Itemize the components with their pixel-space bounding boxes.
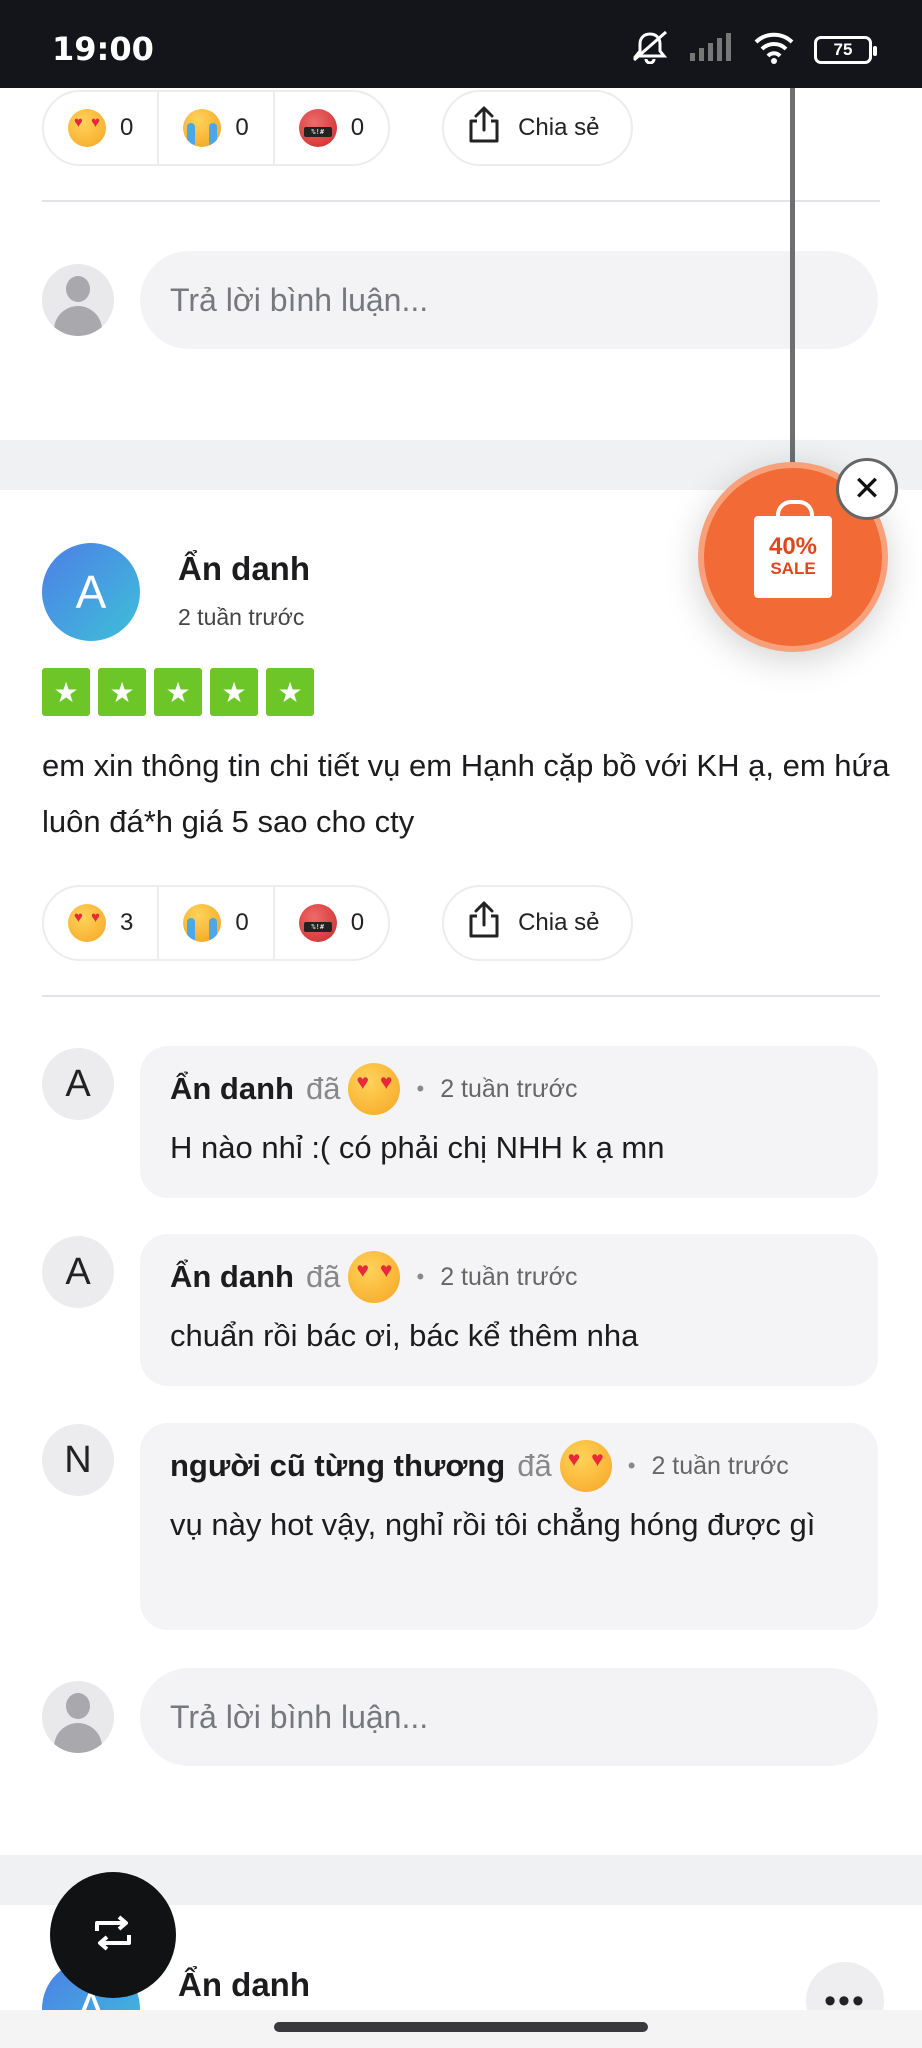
avatar-letter: A	[75, 566, 107, 618]
status-icons: 75	[630, 30, 877, 69]
avatar-letter: N	[64, 1438, 92, 1481]
love-eyes-icon	[348, 1251, 401, 1303]
signal-icon	[688, 33, 734, 66]
post-time: 2 tuần trước	[178, 604, 305, 630]
reply-placeholder: Trả lời bình luận...	[170, 1698, 429, 1735]
reaction-count: 0	[235, 909, 249, 936]
comment-time: 2 tuần trước	[440, 1074, 578, 1103]
avatar-letter: A	[65, 1250, 91, 1293]
sale-label: SALE	[770, 559, 816, 578]
swearing-icon	[298, 904, 337, 942]
reaction-count: 0	[235, 114, 249, 141]
avatar[interactable]: A	[42, 543, 140, 641]
switch-button[interactable]	[50, 1872, 176, 1998]
divider	[42, 995, 880, 997]
reaction-love[interactable]: 0	[44, 92, 157, 164]
separator-dot: •	[416, 1076, 425, 1101]
comment-bubble: Ẩn danh đã • 2 tuần trước H nào nhỉ :( c…	[140, 1046, 878, 1198]
comment-avatar[interactable]: A	[42, 1236, 114, 1308]
reply-placeholder: Trả lời bình luận...	[170, 281, 429, 318]
comment-verb: đã	[306, 1259, 341, 1294]
comment-text: chuẩn rồi bác ơi, bác kể thêm nha	[170, 1318, 639, 1353]
comment-author[interactable]: Ẩn danh	[170, 1259, 294, 1295]
comment-header: Ẩn danh đã • 2 tuần trước	[170, 1248, 848, 1306]
star-icon: ★	[266, 668, 314, 716]
comment-verb: đã	[306, 1071, 341, 1106]
reaction-bar: 3 0 0 Chia sẻ	[42, 885, 634, 961]
shopping-bag-icon: 40% SALE	[754, 500, 832, 598]
comment-text: H nào nhỉ :( có phải chị NHH k ạ mn	[170, 1130, 665, 1165]
separator-dot: •	[416, 1264, 425, 1289]
crying-icon	[183, 904, 222, 942]
comment-bubble: người cũ từng thương đã • 2 tuần trước v…	[140, 1423, 878, 1630]
crying-icon	[183, 109, 222, 147]
close-sale-button[interactable]: ✕	[836, 458, 898, 520]
avatar-letter: A	[65, 1062, 91, 1105]
reply-input[interactable]: Trả lời bình luận...	[140, 1668, 878, 1766]
author-name[interactable]: Ẩn danh	[178, 550, 310, 588]
star-icon: ★	[210, 668, 258, 716]
share-button[interactable]: Chia sẻ	[442, 885, 634, 961]
previous-review-card: 0 0 0 Chia sẻ Trả lời bình luận...	[0, 88, 922, 440]
comment-bubble: Ẩn danh đã • 2 tuần trước chuẩn rồi bác …	[140, 1234, 878, 1386]
comment-verb: đã	[517, 1448, 552, 1483]
user-avatar-placeholder	[42, 264, 114, 336]
status-bar: 19:00 75	[0, 0, 922, 88]
author-name[interactable]: Ẩn danh	[178, 1966, 310, 2004]
reaction-count: 0	[350, 909, 365, 936]
user-avatar-placeholder	[42, 1681, 114, 1753]
love-eyes-icon	[68, 904, 106, 942]
sale-percent: 40%	[768, 533, 818, 560]
reaction-cry[interactable]: 0	[157, 887, 272, 959]
reaction-bar: 0 0 0 Chia sẻ	[42, 90, 634, 166]
reaction-count: 0	[350, 114, 365, 141]
share-button[interactable]: Chia sẻ	[442, 90, 634, 166]
reaction-angry[interactable]: 0	[272, 887, 388, 959]
home-indicator[interactable]	[274, 2022, 648, 2032]
love-eyes-icon	[348, 1063, 401, 1115]
battery-icon: 75	[814, 35, 877, 64]
divider	[42, 200, 880, 202]
star-icon: ★	[98, 668, 146, 716]
reaction-group: 0 0 0	[42, 90, 391, 166]
comment-avatar[interactable]: A	[42, 1048, 114, 1120]
system-nav-bar	[0, 2010, 922, 2048]
comment-text: vụ này hot vậy, nghỉ rồi tôi chẳng hóng …	[170, 1507, 816, 1542]
comment-time: 2 tuần trước	[651, 1451, 789, 1480]
reply-input[interactable]: Trả lời bình luận...	[140, 251, 878, 349]
share-label: Chia sẻ	[518, 909, 600, 936]
sale-hanger-line	[790, 88, 795, 468]
reaction-cry[interactable]: 0	[157, 92, 272, 164]
share-label: Chia sẻ	[518, 114, 600, 141]
love-eyes-icon	[559, 1440, 612, 1492]
star-icon: ★	[154, 668, 202, 716]
battery-level: 75	[833, 39, 853, 59]
comment-author[interactable]: người cũ từng thương	[170, 1448, 505, 1484]
swearing-icon	[298, 109, 337, 147]
mute-icon	[630, 30, 670, 69]
reaction-count: 0	[120, 114, 134, 141]
comment-header: Ẩn danh đã • 2 tuần trước	[170, 1060, 848, 1118]
comment-author[interactable]: Ẩn danh	[170, 1071, 294, 1107]
reaction-love[interactable]: 3	[44, 887, 157, 959]
close-icon: ✕	[852, 470, 882, 508]
wifi-icon	[752, 30, 796, 69]
comment-header: người cũ từng thương đã • 2 tuần trước	[170, 1437, 848, 1495]
repeat-icon	[91, 1914, 135, 1956]
separator-dot: •	[627, 1453, 636, 1478]
share-icon	[466, 106, 502, 151]
reaction-group: 3 0 0	[42, 885, 391, 961]
review-text: em xin thông tin chi tiết vụ em Hạnh cặp…	[42, 748, 890, 839]
love-eyes-icon	[68, 109, 106, 147]
star-rating: ★ ★ ★ ★ ★	[42, 668, 314, 716]
reaction-count: 3	[120, 909, 134, 936]
status-time: 19:00	[52, 30, 154, 68]
comment-time: 2 tuần trước	[440, 1262, 578, 1291]
comment-avatar[interactable]: N	[42, 1424, 114, 1496]
reaction-angry[interactable]: 0	[272, 92, 388, 164]
share-icon	[466, 901, 502, 946]
star-icon: ★	[42, 668, 90, 716]
